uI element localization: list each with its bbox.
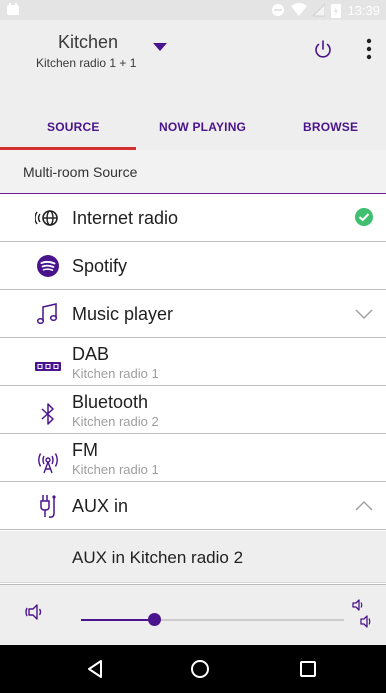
source-label: FM xyxy=(72,440,98,460)
status-time: 13:39 xyxy=(347,2,380,18)
chevron-up-icon[interactable] xyxy=(354,496,374,516)
source-item-dab[interactable]: DAB Kitchen radio 1 xyxy=(0,338,386,386)
tab-bar: SOURCE NOW PLAYING BROWSE xyxy=(0,106,386,150)
section-header: Multi-room Source xyxy=(0,150,386,194)
spotify-icon xyxy=(37,255,59,277)
source-item-spotify[interactable]: Spotify xyxy=(0,242,386,290)
navigation-bar xyxy=(0,645,386,693)
volume-track[interactable] xyxy=(154,619,344,621)
power-icon[interactable] xyxy=(312,38,334,60)
volume-bar xyxy=(0,584,386,645)
no-signal-icon xyxy=(313,3,326,17)
source-device-label: Kitchen radio 2 xyxy=(72,414,159,429)
volume-track-filled[interactable] xyxy=(81,619,154,621)
speaker-volume-icon[interactable] xyxy=(24,601,46,623)
source-label: Internet radio xyxy=(72,208,179,228)
recent-apps-icon[interactable] xyxy=(296,657,320,681)
selected-check-icon xyxy=(355,208,373,226)
battery-icon xyxy=(331,3,342,18)
more-options-icon[interactable] xyxy=(362,36,376,62)
music-note-icon xyxy=(36,303,58,325)
aux-plug-icon xyxy=(40,495,56,518)
source-item-aux-in[interactable]: AUX in xyxy=(0,482,386,530)
source-label: DAB xyxy=(72,344,110,364)
source-label: AUX in xyxy=(72,496,129,516)
fm-antenna-icon xyxy=(38,453,58,474)
room-title[interactable]: Kitchen xyxy=(58,32,118,53)
tab-now-playing[interactable]: NOW PLAYING xyxy=(159,120,246,134)
room-dropdown-icon[interactable] xyxy=(152,42,168,52)
section-title: Multi-room Source xyxy=(23,164,138,180)
source-item-fm[interactable]: FM Kitchen radio 1 xyxy=(0,434,386,482)
tab-browse[interactable]: BROWSE xyxy=(303,120,358,134)
source-item-internet-radio[interactable]: Internet radio xyxy=(0,194,386,242)
dnd-icon xyxy=(272,4,285,16)
android-notification-icon xyxy=(7,3,19,15)
room-subtitle[interactable]: Kitchen radio 1 + 1 xyxy=(36,56,136,70)
status-bar: 13:39 xyxy=(0,0,386,20)
multiroom-volume-icon[interactable] xyxy=(350,598,374,630)
source-item-bluetooth[interactable]: Bluetooth Kitchen radio 2 xyxy=(0,386,386,434)
source-item-music-player[interactable]: Music player xyxy=(0,290,386,338)
source-device-label: Kitchen radio 1 xyxy=(72,366,159,381)
source-device-label: Kitchen radio 1 xyxy=(72,462,159,477)
wifi-icon xyxy=(291,3,308,16)
aux-device-label: AUX in Kitchen radio 2 xyxy=(72,548,244,567)
tab-source[interactable]: SOURCE xyxy=(47,120,100,134)
aux-device-item[interactable]: AUX in Kitchen radio 2 xyxy=(0,531,386,583)
source-label: Spotify xyxy=(72,256,128,276)
chevron-down-icon[interactable] xyxy=(354,304,374,324)
home-icon[interactable] xyxy=(188,657,212,681)
source-label: Music player xyxy=(72,304,174,324)
back-icon[interactable] xyxy=(83,657,107,681)
volume-slider-thumb[interactable] xyxy=(148,613,161,626)
dab-icon xyxy=(35,362,61,371)
bluetooth-icon xyxy=(41,403,54,425)
internet-radio-icon xyxy=(35,210,58,226)
source-label: Bluetooth xyxy=(72,392,149,412)
